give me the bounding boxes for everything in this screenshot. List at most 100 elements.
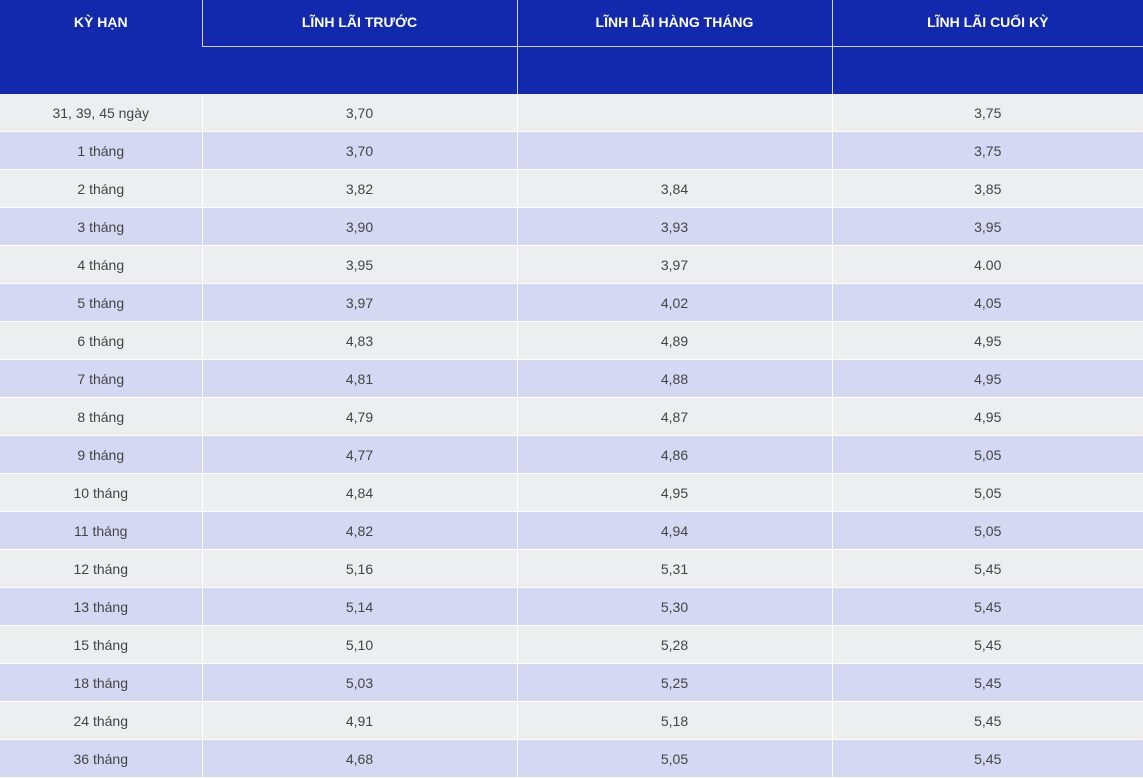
maturity-rate-cell: 5,45 <box>831 625 1143 664</box>
term-cell: 5 tháng <box>0 283 202 322</box>
maturity-rate-cell: 5,45 <box>831 587 1143 626</box>
table-row: 13 tháng 5,14 5,30 5,45 <box>0 587 1143 626</box>
header-linh-lai-truoc: LĨNH LÃI TRƯỚC <box>201 0 517 47</box>
maturity-rate-cell: 3,85 <box>831 169 1143 208</box>
term-cell: 7 tháng <box>0 359 202 398</box>
monthly-rate-cell: 5,18 <box>516 701 832 740</box>
interest-rate-table: KỲ HẠN LĨNH LÃI TRƯỚC LĨNH LÃI HÀNG THÁN… <box>0 0 1143 778</box>
term-cell: 6 tháng <box>0 321 202 360</box>
prepaid-rate-cell: 4,84 <box>201 473 517 512</box>
maturity-rate-cell: 5,05 <box>831 435 1143 474</box>
header-linh-lai-cuoi-ky: LĨNH LÃI CUỐI KỲ <box>831 0 1143 47</box>
monthly-rate-cell: 3,84 <box>516 169 832 208</box>
prepaid-rate-cell: 3,82 <box>201 169 517 208</box>
maturity-rate-cell: 4.00 <box>831 245 1143 284</box>
term-cell: 36 tháng <box>0 739 202 778</box>
prepaid-rate-cell: 3,97 <box>201 283 517 322</box>
monthly-rate-cell: 5,31 <box>516 549 832 588</box>
table-row: 36 tháng 4,68 5,05 5,45 <box>0 739 1143 778</box>
prepaid-rate-cell: 5,16 <box>201 549 517 588</box>
prepaid-rate-cell: 4,77 <box>201 435 517 474</box>
term-cell: 10 tháng <box>0 473 202 512</box>
table-row: 4 tháng 3,95 3,97 4.00 <box>0 245 1143 284</box>
monthly-rate-cell: 3,97 <box>516 245 832 284</box>
term-cell: 3 tháng <box>0 207 202 246</box>
prepaid-rate-cell: 4,81 <box>201 359 517 398</box>
maturity-rate-cell: 4,95 <box>831 321 1143 360</box>
maturity-rate-cell: 3,75 <box>831 131 1143 170</box>
table-row: 8 tháng 4,79 4,87 4,95 <box>0 397 1143 436</box>
term-cell: 1 tháng <box>0 131 202 170</box>
monthly-rate-cell: 4,88 <box>516 359 832 398</box>
header-linh-lai-hang-thang: LĨNH LÃI HÀNG THÁNG <box>516 0 832 47</box>
monthly-rate-cell: 3,93 <box>516 207 832 246</box>
table-row: 2 tháng 3,82 3,84 3,85 <box>0 169 1143 208</box>
maturity-rate-cell: 5,05 <box>831 511 1143 550</box>
maturity-rate-cell: 5,05 <box>831 473 1143 512</box>
table-row: 5 tháng 3,97 4,02 4,05 <box>0 283 1143 322</box>
maturity-rate-cell: 5,45 <box>831 739 1143 778</box>
prepaid-rate-cell: 5,10 <box>201 625 517 664</box>
table-row: 12 tháng 5,16 5,31 5,45 <box>0 549 1143 588</box>
table-row: 11 tháng 4,82 4,94 5,05 <box>0 511 1143 550</box>
maturity-rate-cell: 4,05 <box>831 283 1143 322</box>
header-ky-han: KỲ HẠN <box>0 0 202 94</box>
table-row: 7 tháng 4,81 4,88 4,95 <box>0 359 1143 398</box>
term-cell: 2 tháng <box>0 169 202 208</box>
table-row: 6 tháng 4,83 4,89 4,95 <box>0 321 1143 360</box>
term-cell: 24 tháng <box>0 701 202 740</box>
term-cell: 13 tháng <box>0 587 202 626</box>
maturity-rate-cell: 3,75 <box>831 94 1143 132</box>
table-row: 9 tháng 4,77 4,86 5,05 <box>0 435 1143 474</box>
prepaid-rate-cell: 5,14 <box>201 587 517 626</box>
maturity-rate-cell: 5,45 <box>831 701 1143 740</box>
monthly-rate-cell: 4,94 <box>516 511 832 550</box>
maturity-rate-cell: 5,45 <box>831 663 1143 702</box>
monthly-rate-cell: 4,87 <box>516 397 832 436</box>
prepaid-rate-cell: 4,68 <box>201 739 517 778</box>
prepaid-rate-cell: 4,83 <box>201 321 517 360</box>
maturity-rate-cell: 3,95 <box>831 207 1143 246</box>
prepaid-rate-cell: 5,03 <box>201 663 517 702</box>
prepaid-rate-cell: 3,70 <box>201 131 517 170</box>
term-cell: 4 tháng <box>0 245 202 284</box>
prepaid-rate-cell: 3,90 <box>201 207 517 246</box>
maturity-rate-cell: 5,45 <box>831 549 1143 588</box>
monthly-rate-cell: 4,95 <box>516 473 832 512</box>
term-cell: 11 tháng <box>0 511 202 550</box>
monthly-rate-cell: 4,89 <box>516 321 832 360</box>
term-cell: 31, 39, 45 ngày <box>0 94 202 132</box>
monthly-rate-cell <box>516 94 832 132</box>
table-row: 3 tháng 3,90 3,93 3,95 <box>0 207 1143 246</box>
table-row: 31, 39, 45 ngày 3,70 3,75 <box>0 94 1143 132</box>
table-row: 24 tháng 4,91 5,18 5,45 <box>0 701 1143 740</box>
term-cell: 18 tháng <box>0 663 202 702</box>
prepaid-rate-cell: 4,82 <box>201 511 517 550</box>
term-cell: 9 tháng <box>0 435 202 474</box>
table-header: KỲ HẠN LĨNH LÃI TRƯỚC LĨNH LÃI HÀNG THÁN… <box>0 0 1143 94</box>
prepaid-rate-cell: 3,95 <box>201 245 517 284</box>
header-subcell-linh-lai-hang-thang <box>516 46 832 94</box>
monthly-rate-cell: 5,30 <box>516 587 832 626</box>
table-row: 10 tháng 4,84 4,95 5,05 <box>0 473 1143 512</box>
monthly-rate-cell: 4,02 <box>516 283 832 322</box>
monthly-rate-cell: 5,28 <box>516 625 832 664</box>
header-subcell-linh-lai-truoc <box>202 46 517 94</box>
table-row: 15 tháng 5,10 5,28 5,45 <box>0 625 1143 664</box>
table-row: 18 tháng 5,03 5,25 5,45 <box>0 663 1143 702</box>
header-subcell-linh-lai-cuoi-ky <box>831 46 1143 94</box>
prepaid-rate-cell: 4,79 <box>201 397 517 436</box>
maturity-rate-cell: 4,95 <box>831 359 1143 398</box>
prepaid-rate-cell: 3,70 <box>201 94 517 132</box>
table-body: 31, 39, 45 ngày 3,70 3,75 1 tháng 3,70 3,75 2 … <box>0 94 1143 778</box>
table-row: 1 tháng 3,70 3,75 <box>0 131 1143 170</box>
monthly-rate-cell: 5,05 <box>516 739 832 778</box>
monthly-rate-cell: 4,86 <box>516 435 832 474</box>
prepaid-rate-cell: 4,91 <box>201 701 517 740</box>
monthly-rate-cell <box>516 131 832 170</box>
term-cell: 15 tháng <box>0 625 202 664</box>
term-cell: 8 tháng <box>0 397 202 436</box>
term-cell: 12 tháng <box>0 549 202 588</box>
monthly-rate-cell: 5,25 <box>516 663 832 702</box>
maturity-rate-cell: 4,95 <box>831 397 1143 436</box>
